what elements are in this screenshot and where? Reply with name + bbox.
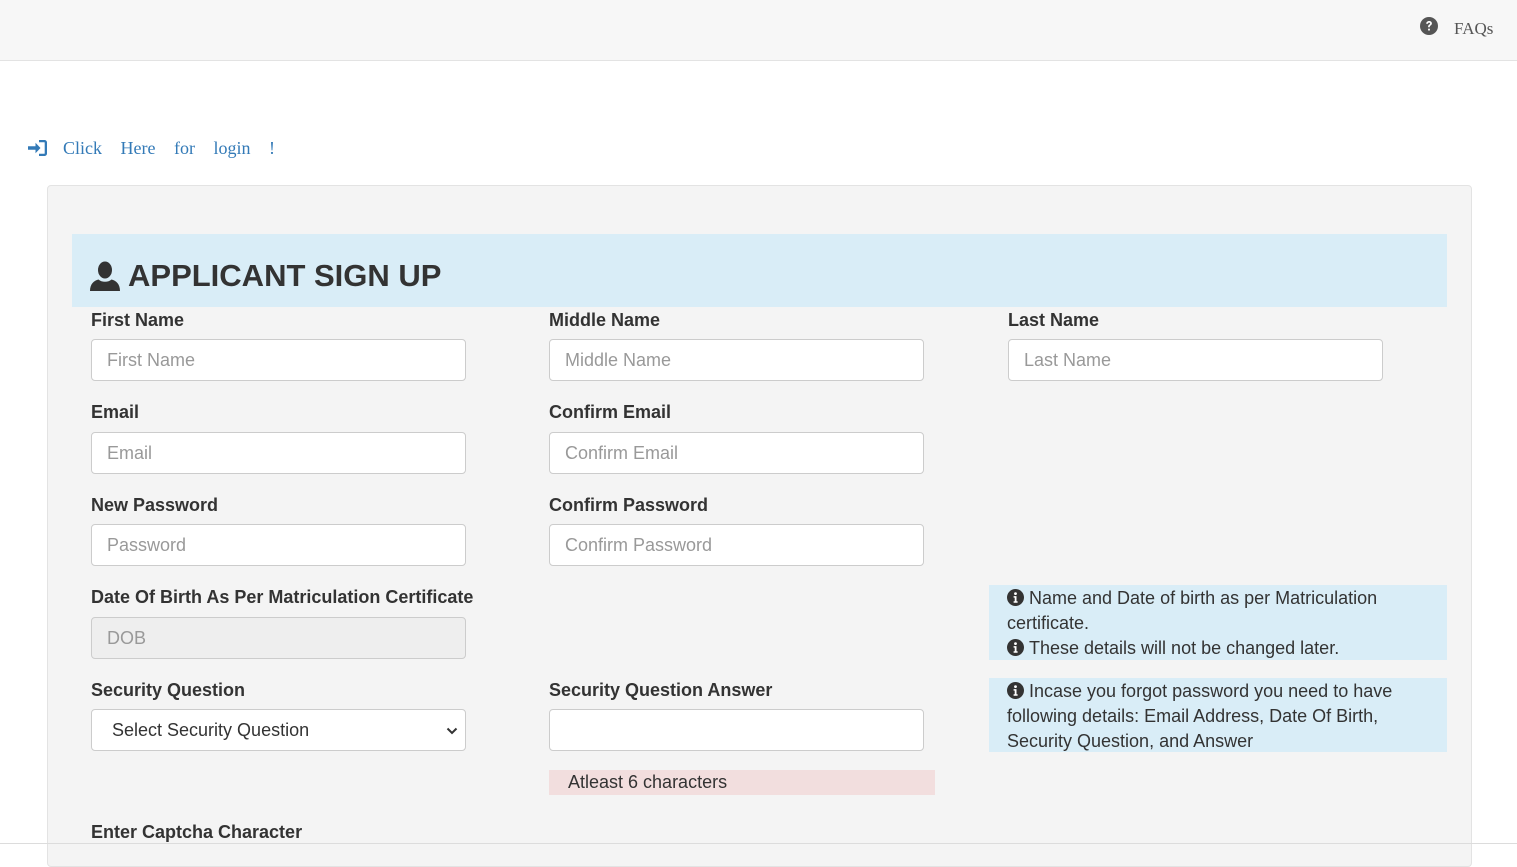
dob-note-1-text: Name and Date of birth as per Matriculat… <box>1007 588 1378 633</box>
dob-note-2: These details will not be changed later. <box>1007 636 1433 661</box>
login-link-row[interactable]: Click Here for login ! <box>28 136 275 160</box>
security-question-label: Security Question <box>91 680 246 700</box>
middle-name-input[interactable] <box>549 339 924 381</box>
new-password-label: New Password <box>91 495 219 515</box>
last-name-input[interactable] <box>1008 339 1383 381</box>
dob-info-alert: Name and Date of birth as per Matriculat… <box>989 585 1447 660</box>
info-circle-icon <box>1007 639 1024 656</box>
new-password-input[interactable] <box>91 524 466 566</box>
captcha-label: Enter Captcha Character <box>91 822 303 842</box>
info-circle-icon <box>1007 589 1024 606</box>
dob-input[interactable] <box>91 617 466 659</box>
password-recovery-note: Incase you forgot password you need to h… <box>1007 681 1393 751</box>
confirm-email-input[interactable] <box>549 432 924 474</box>
security-answer-hint: Atleast 6 characters <box>549 770 935 795</box>
security-answer-label: Security Question Answer <box>549 680 773 700</box>
sign-in-icon[interactable] <box>28 138 48 158</box>
confirm-email-label: Confirm Email <box>549 402 672 422</box>
login-link[interactable]: Click Here for login ! <box>63 138 275 159</box>
first-name-label: First Name <box>91 310 185 330</box>
email-input[interactable] <box>91 432 466 474</box>
question-circle-icon[interactable] <box>1420 17 1438 35</box>
user-icon <box>90 261 120 291</box>
password-recovery-info-alert: Incase you forgot password you need to h… <box>989 678 1447 752</box>
security-question-select[interactable]: Select Security Question <box>91 709 466 751</box>
dob-label: Date Of Birth As Per Matriculation Certi… <box>91 587 474 607</box>
chevron-down-icon <box>446 727 458 735</box>
email-label: Email <box>91 402 140 422</box>
divider <box>0 843 1517 844</box>
dob-note-1: Name and Date of birth as per Matriculat… <box>1007 586 1433 636</box>
dob-note-2-text: These details will not be changed later. <box>1029 638 1340 658</box>
faq-link[interactable]: FAQs <box>1454 19 1493 39</box>
middle-name-label: Middle Name <box>549 310 661 330</box>
last-name-label: Last Name <box>1008 310 1100 330</box>
info-circle-icon <box>1007 682 1024 699</box>
first-name-input[interactable] <box>91 339 466 381</box>
confirm-password-input[interactable] <box>549 524 924 566</box>
page-title: APPLICANT SIGN UP <box>128 258 442 293</box>
top-navbar: FAQs <box>0 0 1517 61</box>
confirm-password-label: Confirm Password <box>549 495 709 515</box>
security-question-selected: Select Security Question <box>112 719 310 740</box>
security-answer-input[interactable] <box>549 709 924 751</box>
